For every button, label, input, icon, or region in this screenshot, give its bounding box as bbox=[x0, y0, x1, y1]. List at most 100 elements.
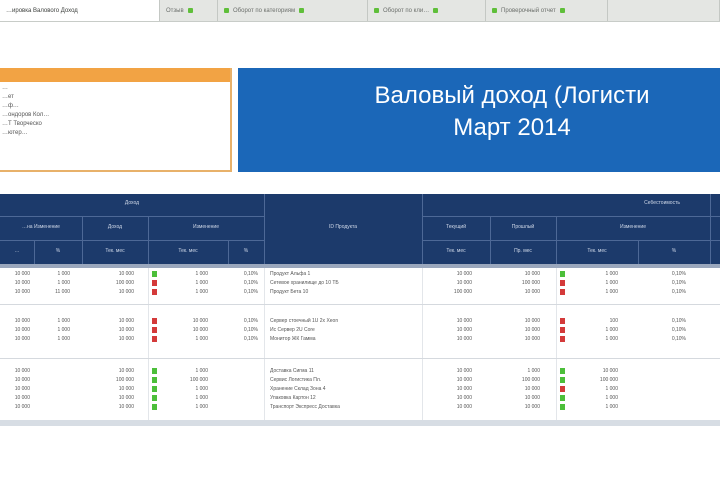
value-cell[interactable]: 10 000 bbox=[496, 403, 540, 412]
value-cell[interactable]: 1 000 bbox=[168, 335, 208, 344]
value-cell[interactable]: 100 bbox=[574, 317, 618, 326]
value-cell[interactable]: 10 000 bbox=[0, 367, 30, 376]
value-cell[interactable]: 10 000 bbox=[428, 317, 472, 326]
value-cell[interactable]: 10 000 bbox=[428, 279, 472, 288]
value-cell[interactable]: 10 000 bbox=[90, 394, 134, 403]
value-cell[interactable]: 10 000 bbox=[90, 335, 134, 344]
value-cell[interactable]: 10 000 bbox=[496, 385, 540, 394]
product-cell[interactable]: Ис Сервер 2U Core bbox=[270, 326, 420, 335]
value-cell[interactable]: 1 000 bbox=[496, 367, 540, 376]
value-cell[interactable]: 1 000 bbox=[168, 394, 208, 403]
value-cell[interactable]: 0,10% bbox=[224, 279, 258, 288]
sheet-tab-5[interactable]: Проверочный отчет bbox=[486, 0, 608, 21]
value-cell[interactable]: 10 000 bbox=[0, 270, 30, 279]
value-cell[interactable]: 1 000 bbox=[34, 326, 70, 335]
value-cell[interactable]: 1 000 bbox=[168, 385, 208, 394]
value-cell[interactable]: 10 000 bbox=[428, 270, 472, 279]
value-cell[interactable]: 10 000 bbox=[428, 335, 472, 344]
value-cell[interactable]: 100 000 bbox=[90, 279, 134, 288]
sheet-tab-6[interactable] bbox=[608, 0, 720, 21]
value-cell[interactable]: 10 000 bbox=[0, 335, 30, 344]
value-cell[interactable]: 10 000 bbox=[496, 326, 540, 335]
product-cell[interactable]: Хранение Склад Зона 4 bbox=[270, 385, 420, 394]
table-row[interactable]: 10 000 1 000 10 000 1 000 0,10% Продукт Альфа… bbox=[0, 270, 720, 279]
value-cell[interactable]: 10 000 bbox=[496, 394, 540, 403]
value-cell[interactable]: 100 000 bbox=[168, 376, 208, 385]
value-cell[interactable]: 1 000 bbox=[168, 288, 208, 297]
value-cell[interactable]: 0,10% bbox=[646, 317, 686, 326]
value-cell[interactable]: 10 000 bbox=[0, 326, 30, 335]
table-row[interactable]: 10 000 11 000 10 000 1 000 0,10% Продукт Бета… bbox=[0, 288, 720, 297]
value-cell[interactable]: 10 000 bbox=[90, 403, 134, 412]
value-cell[interactable]: 10 000 bbox=[496, 288, 540, 297]
value-cell[interactable]: 1 000 bbox=[168, 270, 208, 279]
value-cell[interactable]: 0,10% bbox=[224, 326, 258, 335]
value-cell[interactable]: 10 000 bbox=[0, 376, 30, 385]
value-cell[interactable]: 10 000 bbox=[0, 317, 30, 326]
sheet-tab-4[interactable]: Оборот по кли… bbox=[368, 0, 486, 21]
value-cell[interactable]: 10 000 bbox=[90, 270, 134, 279]
value-cell[interactable]: 10 000 bbox=[90, 367, 134, 376]
value-cell[interactable]: 100 000 bbox=[574, 376, 618, 385]
value-cell[interactable]: 10 000 bbox=[0, 403, 30, 412]
table-row[interactable]: 10 000 1 000 10 000 1 000 0,10% Монитор ЖК Га… bbox=[0, 335, 720, 344]
product-cell[interactable]: Сетевое хранилище до 10 ТБ bbox=[270, 279, 420, 288]
value-cell[interactable]: 10 000 bbox=[90, 317, 134, 326]
value-cell[interactable]: 10 000 bbox=[428, 367, 472, 376]
table-row[interactable]: 10 000 10 000 1 000 Хранение Склад Зона 4 10… bbox=[0, 385, 720, 394]
value-cell[interactable]: 10 000 bbox=[428, 403, 472, 412]
table-row[interactable]: 10 000 100 000 100 000 Сервис Логистика Пл.… bbox=[0, 376, 720, 385]
product-cell[interactable]: Упаковка Картон 12 bbox=[270, 394, 420, 403]
value-cell[interactable]: 11 000 bbox=[34, 288, 70, 297]
value-cell[interactable]: 0,10% bbox=[646, 335, 686, 344]
product-cell[interactable]: Транспорт Экспресс Доставка bbox=[270, 403, 420, 412]
product-cell[interactable]: Сервис Логистика Пл. bbox=[270, 376, 420, 385]
value-cell[interactable]: 100 000 bbox=[90, 376, 134, 385]
value-cell[interactable]: 1 000 bbox=[34, 270, 70, 279]
value-cell[interactable]: 0,10% bbox=[646, 288, 686, 297]
value-cell[interactable]: 1 000 bbox=[574, 385, 618, 394]
value-cell[interactable]: 10 000 bbox=[428, 385, 472, 394]
value-cell[interactable]: 1 000 bbox=[574, 270, 618, 279]
table-row[interactable]: 10 000 1 000 10 000 10 000 0,10% Ис Сервер 2U… bbox=[0, 326, 720, 335]
value-cell[interactable]: 1 000 bbox=[168, 367, 208, 376]
product-cell[interactable]: Продукт Бета 10 bbox=[270, 288, 420, 297]
value-cell[interactable]: 1 000 bbox=[574, 288, 618, 297]
table-row[interactable]: 10 000 10 000 1 000 Доставка Сигма 11 10 000… bbox=[0, 367, 720, 376]
product-cell[interactable]: Монитор ЖК Гамма bbox=[270, 335, 420, 344]
value-cell[interactable]: 10 000 bbox=[428, 394, 472, 403]
value-cell[interactable]: 100 000 bbox=[428, 288, 472, 297]
value-cell[interactable]: 10 000 bbox=[90, 326, 134, 335]
value-cell[interactable]: 1 000 bbox=[574, 394, 618, 403]
value-cell[interactable]: 1 000 bbox=[574, 326, 618, 335]
value-cell[interactable]: 10 000 bbox=[428, 326, 472, 335]
sheet-tab-2[interactable]: Отзыв bbox=[160, 0, 218, 21]
value-cell[interactable]: 0,10% bbox=[224, 317, 258, 326]
value-cell[interactable]: 10 000 bbox=[168, 317, 208, 326]
value-cell[interactable]: 1 000 bbox=[34, 335, 70, 344]
value-cell[interactable]: 10 000 bbox=[0, 394, 30, 403]
sheet-tab-gross-income[interactable]: …ировка Валового Доход bbox=[0, 0, 160, 21]
value-cell[interactable]: 100 000 bbox=[496, 376, 540, 385]
value-cell[interactable]: 1 000 bbox=[34, 279, 70, 288]
value-cell[interactable]: 0,10% bbox=[646, 326, 686, 335]
value-cell[interactable]: 1 000 bbox=[168, 403, 208, 412]
value-cell[interactable]: 1 000 bbox=[168, 279, 208, 288]
value-cell[interactable]: 10 000 bbox=[0, 279, 30, 288]
value-cell[interactable]: 10 000 bbox=[90, 385, 134, 394]
value-cell[interactable]: 10 000 bbox=[496, 335, 540, 344]
value-cell[interactable]: 10 000 bbox=[0, 288, 30, 297]
value-cell[interactable]: 0,10% bbox=[646, 270, 686, 279]
value-cell[interactable]: 0,10% bbox=[224, 288, 258, 297]
value-cell[interactable]: 10 000 bbox=[496, 270, 540, 279]
table-row[interactable]: 10 000 10 000 1 000 Транспорт Экспресс Дост… bbox=[0, 403, 720, 412]
product-cell[interactable]: Продукт Альфа 1 bbox=[270, 270, 420, 279]
value-cell[interactable]: 100 000 bbox=[496, 279, 540, 288]
table-row[interactable]: 10 000 10 000 1 000 Упаковка Картон 12 10 00… bbox=[0, 394, 720, 403]
value-cell[interactable]: 0,10% bbox=[224, 335, 258, 344]
value-cell[interactable]: 1 000 bbox=[574, 279, 618, 288]
value-cell[interactable]: 10 000 bbox=[168, 326, 208, 335]
value-cell[interactable]: 1 000 bbox=[574, 403, 618, 412]
value-cell[interactable]: 1 000 bbox=[34, 317, 70, 326]
value-cell[interactable]: 10 000 bbox=[496, 317, 540, 326]
